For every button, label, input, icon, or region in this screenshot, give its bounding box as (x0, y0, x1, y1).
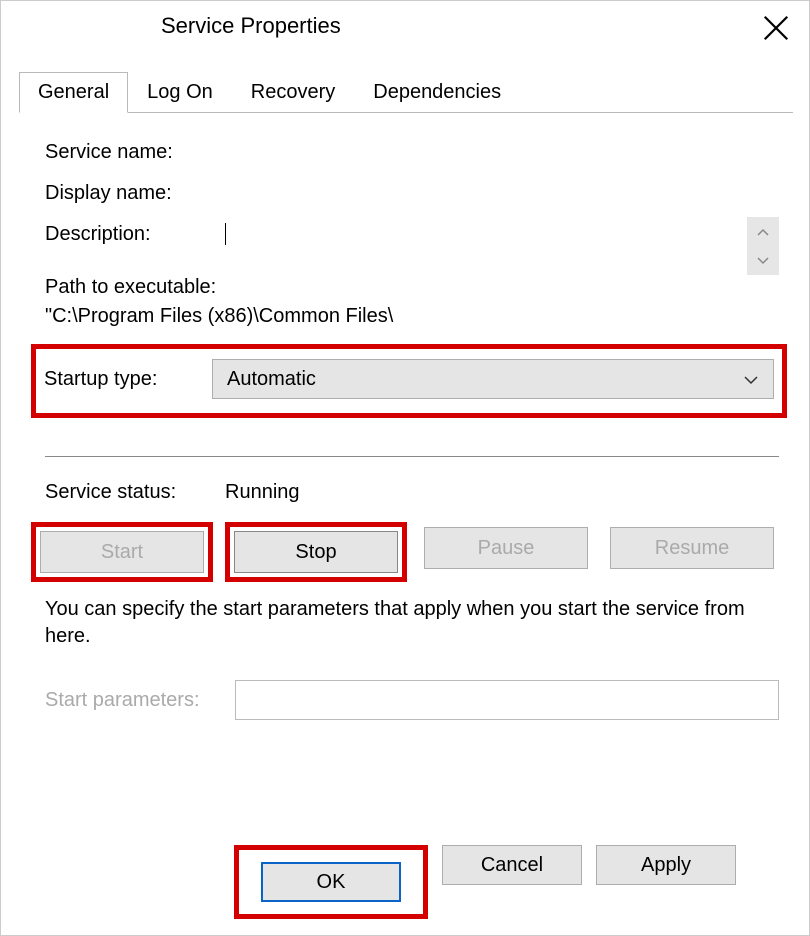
close-button[interactable] (761, 13, 791, 43)
row-service-status: Service status: Running (45, 481, 779, 504)
highlight-startup-type: Startup type: Automatic (31, 344, 787, 418)
stop-button[interactable]: Stop (234, 531, 398, 573)
description-caret (225, 223, 226, 245)
scroll-down-icon[interactable] (747, 246, 779, 275)
close-icon (761, 13, 791, 43)
tab-recovery[interactable]: Recovery (232, 72, 354, 113)
label-description: Description: (45, 223, 225, 246)
tab-content-general: Service name: Display name: Description:… (1, 113, 809, 720)
row-start-parameters: Start parameters: (45, 680, 779, 720)
apply-button[interactable]: Apply (596, 845, 736, 885)
tab-general[interactable]: General (19, 72, 128, 113)
tab-log-on[interactable]: Log On (128, 72, 232, 113)
row-path: Path to executable: "C:\Program Files (x… (45, 276, 779, 328)
start-button: Start (40, 531, 204, 573)
service-control-buttons: Start Stop Pause Resume (31, 522, 779, 582)
dialog-title: Service Properties (161, 13, 341, 39)
value-path: "C:\Program Files (x86)\Common Files\ (45, 305, 779, 328)
service-properties-dialog: Service Properties General Log On Recove… (0, 0, 810, 936)
label-start-parameters: Start parameters: (45, 689, 235, 712)
wrap-resume: Resume (605, 522, 779, 582)
tab-dependencies[interactable]: Dependencies (354, 72, 520, 113)
description-scrollbuttons (747, 217, 779, 275)
row-service-name: Service name: (45, 141, 779, 164)
label-display-name: Display name: (45, 182, 225, 205)
highlight-ok-button: OK (234, 845, 428, 919)
start-parameters-input (235, 680, 779, 720)
pause-button: Pause (424, 527, 588, 569)
row-description: Description: (45, 223, 779, 246)
highlight-stop-button: Stop (225, 522, 407, 582)
highlight-start-button: Start (31, 522, 213, 582)
chevron-down-icon (743, 368, 759, 391)
tab-row: General Log On Recovery Dependencies (19, 71, 793, 113)
resume-button: Resume (610, 527, 774, 569)
row-display-name: Display name: (45, 182, 779, 205)
label-service-name: Service name: (45, 141, 225, 164)
titlebar: Service Properties (1, 1, 809, 51)
label-service-status: Service status: (45, 481, 225, 504)
help-text: You can specify the start parameters tha… (45, 596, 779, 650)
label-path: Path to executable: (45, 276, 779, 299)
value-service-status: Running (225, 481, 300, 504)
startup-type-value: Automatic (227, 368, 316, 391)
ok-button[interactable]: OK (261, 862, 401, 902)
label-startup-type: Startup type: (44, 368, 212, 391)
separator (45, 456, 779, 457)
wrap-pause: Pause (419, 522, 593, 582)
startup-type-dropdown[interactable]: Automatic (212, 359, 774, 399)
cancel-button[interactable]: Cancel (442, 845, 582, 885)
dialog-footer: OK Cancel Apply (1, 845, 809, 919)
scroll-up-icon[interactable] (747, 217, 779, 246)
